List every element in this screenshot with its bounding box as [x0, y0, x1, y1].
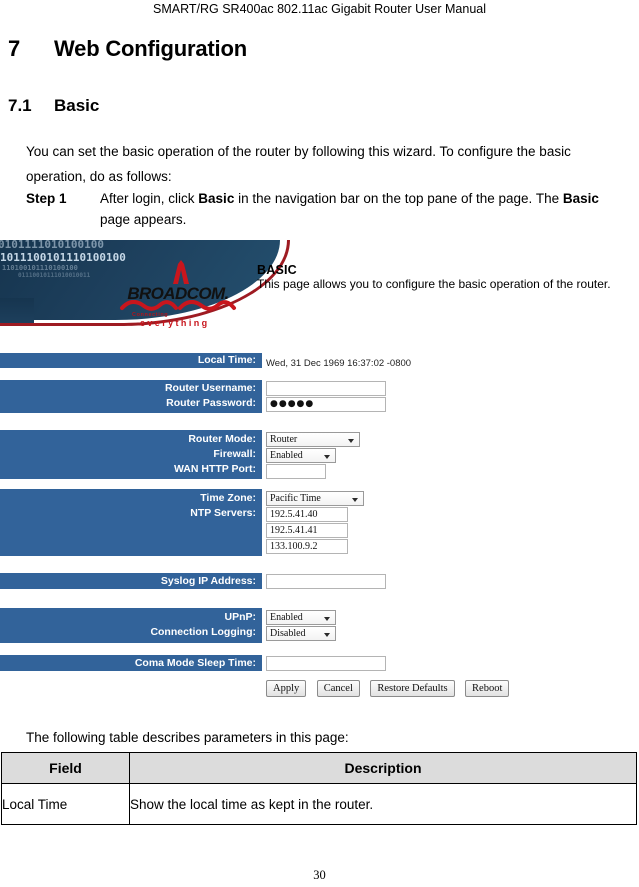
section-title: Basic [54, 96, 100, 115]
step-text: After login, click Basic in the navigati… [100, 188, 610, 230]
field-group: Enabled Disabled [266, 610, 336, 642]
label-bar: Local Time: [0, 353, 262, 368]
binary-pattern-line-1: 0101111010100100 [0, 240, 104, 251]
field-group: Wed, 31 Dec 1969 16:37:02 -0800 [266, 353, 411, 371]
step-label: Step 1 [26, 191, 67, 206]
input-coma-mode-sleep-time[interactable] [266, 656, 386, 671]
input-ntp-server-2[interactable]: 192.5.41.41 [266, 523, 348, 538]
input-router-username[interactable] [266, 381, 386, 396]
intro-paragraph: You can set the basic operation of the r… [26, 144, 571, 184]
label-coma-mode-sleep-time: Coma Mode Sleep Time: [134, 657, 256, 669]
table-row: Local Time Show the local time as kept i… [1, 783, 637, 825]
binary-pattern-line-3: 110100101110100100 [2, 264, 78, 272]
label-router-mode: Router Mode: [188, 433, 256, 445]
chapter-title: Web Configuration [54, 36, 247, 61]
label-local-time: Local Time: [197, 354, 256, 366]
label-bar: Syslog IP Address: [0, 573, 262, 589]
broadcom-logo: BROADCOM. Connecting everything [118, 260, 238, 332]
select-router-mode[interactable]: Router [266, 432, 360, 447]
label-bar: Router Mode: Firewall: WAN HTTP Port: [0, 430, 262, 479]
router-page-subtitle: This page allows you to configure the ba… [257, 277, 611, 291]
table-header-description: Description [129, 752, 637, 784]
field-group: ●●●●● [266, 381, 386, 413]
page-number: 30 [313, 868, 326, 882]
label-bar: Time Zone: NTP Servers: [0, 489, 262, 556]
broadcom-tagline-everything: everything [140, 318, 210, 328]
input-syslog-ip-address[interactable] [266, 574, 386, 589]
table-header-field: Field [1, 752, 130, 784]
step-text-part-2: in the navigation bar on the top pane of… [234, 191, 563, 206]
running-head: SMART/RG SR400ac 802.11ac Gigabit Router… [152, 2, 487, 16]
step-bold-1: Basic [198, 191, 235, 206]
step-block: Step 1 After login, click Basic in the na… [26, 188, 630, 230]
label-bar: Coma Mode Sleep Time: [0, 655, 262, 671]
select-upnp[interactable]: Enabled [266, 610, 336, 625]
label-router-password: Router Password: [166, 397, 256, 409]
cell-description: Show the local time as kept in the route… [129, 783, 637, 825]
step-text-part-3: page appears. [100, 212, 187, 227]
cancel-button[interactable]: Cancel [316, 680, 360, 697]
label-syslog-ip-address: Syslog IP Address: [160, 575, 256, 587]
value-local-time: Wed, 31 Dec 1969 16:37:02 -0800 [266, 358, 412, 369]
input-router-password[interactable]: ●●●●● [266, 397, 386, 412]
cell-field: Local Time [1, 783, 130, 825]
field-group: Pacific Time 192.5.41.40 192.5.41.41 133… [266, 491, 364, 555]
router-page-title: BASIC [257, 263, 297, 277]
router-ui-screenshot: 0101111010100100 1011100101110100100 110… [0, 240, 625, 705]
input-ntp-server-3[interactable]: 133.100.9.2 [266, 539, 348, 554]
select-firewall[interactable]: Enabled [266, 448, 336, 463]
binary-pattern-line-2: 1011100101110100100 [0, 251, 126, 264]
restore-defaults-button[interactable]: Restore Defaults [370, 680, 455, 697]
input-wan-http-port[interactable] [266, 464, 326, 479]
label-firewall: Firewall: [213, 448, 256, 460]
form-button-row: Apply Cancel Restore Defaults Reboot [266, 678, 515, 697]
step-bold-2: Basic [562, 191, 599, 206]
router-banner: 0101111010100100 1011100101110100100 110… [0, 240, 625, 345]
banner-navy-tail [0, 298, 34, 326]
label-bar: UPnP: Connection Logging: [0, 608, 262, 643]
table-lead-paragraph: The following table describes parameters… [26, 730, 349, 745]
table-header-row: Field Description [1, 752, 637, 784]
label-connection-logging: Connection Logging: [150, 626, 256, 638]
reboot-button[interactable]: Reboot [465, 680, 510, 697]
label-ntp-servers: NTP Servers: [190, 507, 256, 519]
select-time-zone[interactable]: Pacific Time [266, 491, 364, 506]
field-group: Router Enabled [266, 432, 360, 480]
field-group [266, 574, 386, 590]
select-connection-logging[interactable]: Disabled [266, 626, 336, 641]
label-wan-http-port: WAN HTTP Port: [173, 463, 256, 475]
label-router-username: Router Username: [164, 382, 256, 394]
chapter-number: 7 [8, 36, 21, 61]
label-time-zone: Time Zone: [200, 492, 256, 504]
binary-pattern-line-4: 01110010111010010011 [18, 272, 91, 279]
parameters-table: Field Description Local Time Show the lo… [1, 752, 637, 825]
chapter-heading: 7 Web Configuration [8, 36, 247, 62]
section-heading: 7.1 Basic [8, 96, 99, 116]
field-group [266, 656, 386, 672]
section-number: 7.1 [8, 96, 32, 115]
apply-button[interactable]: Apply [266, 680, 307, 697]
label-bar: Router Username: Router Password: [0, 380, 262, 413]
step-text-part-1: After login, click [100, 191, 199, 206]
input-ntp-server-1[interactable]: 192.5.41.40 [266, 507, 348, 522]
label-upnp: UPnP: [224, 611, 257, 623]
